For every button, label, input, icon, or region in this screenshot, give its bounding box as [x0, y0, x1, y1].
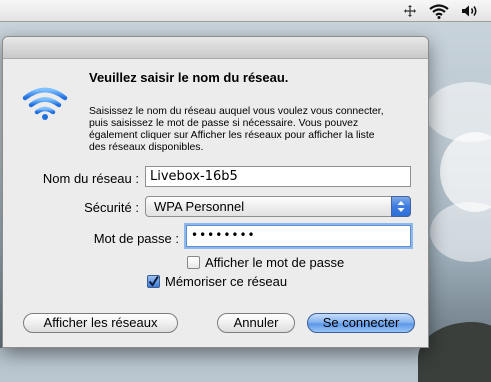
network-name-label: Nom du réseau : [42, 171, 139, 186]
menu-bar [0, 0, 491, 22]
network-name-field[interactable]: Livebox-16b5 [145, 166, 411, 187]
move-icon[interactable] [402, 3, 418, 19]
wifi-icon [21, 86, 69, 122]
wifi-icon[interactable] [428, 3, 450, 19]
chevron-updown-icon [391, 196, 411, 217]
show-password-label: Afficher le mot de passe [205, 255, 345, 270]
remember-network-option[interactable]: Mémoriser ce réseau [147, 274, 287, 289]
join-network-dialog: Veuillez saisir le nom du réseau. Saisis… [2, 36, 429, 348]
show-password-checkbox[interactable] [187, 256, 200, 269]
password-label: Mot de passe : [93, 231, 179, 246]
security-popup[interactable]: WPA Personnel [145, 196, 411, 217]
security-value: WPA Personnel [154, 199, 245, 214]
dialog-description: Saisissez le nom du réseau auquel vous v… [89, 106, 384, 153]
cloud [440, 132, 491, 212]
remember-network-label: Mémoriser ce réseau [165, 274, 288, 289]
remember-network-checkbox[interactable] [147, 275, 160, 288]
show-networks-button[interactable]: Afficher les réseaux [23, 313, 178, 333]
dialog-titlebar [3, 37, 428, 59]
password-field[interactable]: •••••••• [186, 225, 411, 247]
security-label: Sécurité : [84, 200, 139, 215]
volume-icon[interactable] [460, 3, 480, 19]
connect-button[interactable]: Se connecter [307, 313, 415, 333]
show-password-option[interactable]: Afficher le mot de passe [187, 255, 344, 270]
dialog-title: Veuillez saisir le nom du réseau. [89, 70, 289, 85]
cancel-button[interactable]: Annuler [217, 313, 295, 333]
cloud [430, 202, 491, 262]
